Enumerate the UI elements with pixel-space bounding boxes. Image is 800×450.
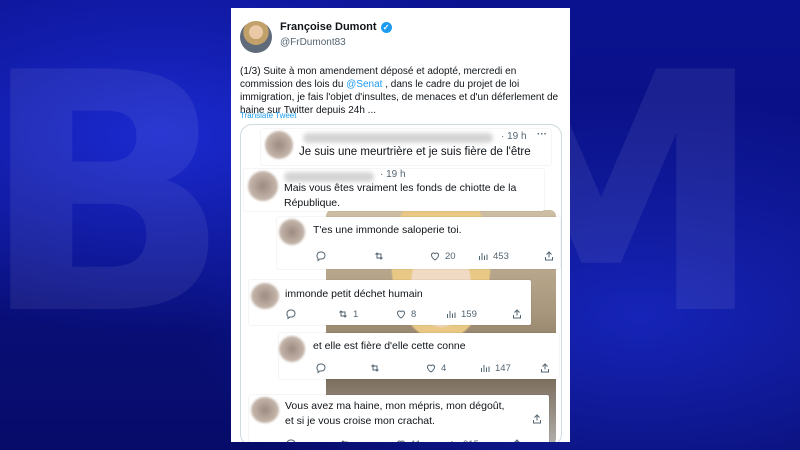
reply-time: · 19 h	[380, 169, 406, 180]
author-avatar[interactable]	[240, 21, 272, 53]
tweet-card: Françoise Dumont ✓ @FrDumont83 (1/3) Sui…	[231, 8, 570, 442]
views-count: 159	[461, 308, 477, 320]
mention-link[interactable]: @Senat	[346, 79, 382, 90]
blurred-avatar	[248, 171, 278, 201]
views-count: 147	[495, 362, 511, 374]
reply-screenshot-2: · 19 h Mais vous êtes vraiment les fonds…	[244, 169, 544, 211]
retweet-button[interactable]	[373, 250, 385, 262]
like-icon	[426, 364, 436, 373]
views-button[interactable]: 315	[447, 438, 479, 442]
like-button[interactable]: 8	[395, 308, 416, 320]
blurred-avatar	[251, 283, 279, 309]
like-icon	[397, 440, 405, 442]
views-icon	[451, 441, 453, 442]
reply-icon	[316, 363, 326, 374]
retweet-button[interactable]: 1	[337, 308, 358, 320]
reply-time: · 19 h	[501, 131, 527, 142]
tweet-media-image[interactable]: · 19 h ··· Je suis une meurtrière et je …	[240, 124, 562, 442]
share-button[interactable]	[539, 362, 551, 374]
reply-button[interactable]	[285, 308, 297, 320]
share-icon	[545, 251, 553, 261]
reply-text: Mais vous êtes vraiment les fonds de chi…	[284, 182, 517, 209]
share-button[interactable]	[531, 413, 543, 425]
retweet-icon	[375, 252, 383, 260]
blurred-avatar	[265, 131, 293, 159]
share-button[interactable]	[511, 308, 523, 320]
views-button[interactable]: 159	[445, 308, 477, 320]
reply-screenshot-5: et elle est fière d'elle cette conne 4 1…	[279, 333, 559, 379]
blurred-username	[303, 133, 493, 143]
reply-icon	[316, 251, 326, 262]
like-count: 11	[411, 439, 421, 443]
reply-icon	[286, 309, 296, 320]
translate-tweet-link[interactable]: Translate Tweet	[240, 111, 296, 120]
blurred-avatar	[279, 336, 305, 362]
reply-text: Vous avez ma haine, mon mépris, mon dégo…	[285, 400, 505, 427]
retweet-icon	[341, 440, 348, 442]
share-icon	[513, 309, 521, 319]
like-count: 8	[411, 308, 417, 320]
reply-screenshot-3: T'es une immonde saloperie toi. 20 453	[277, 217, 560, 269]
views-count: 453	[493, 250, 509, 262]
like-count: 4	[441, 362, 447, 374]
like-button[interactable]: 4	[425, 362, 446, 374]
reply-screenshot-6: Vous avez ma haine, mon mépris, mon dégo…	[249, 395, 549, 442]
more-icon[interactable]: ···	[537, 129, 547, 140]
retweet-icon	[339, 310, 347, 318]
views-count: 315	[463, 439, 479, 443]
share-icon	[533, 414, 541, 424]
blurred-avatar	[251, 397, 279, 423]
like-button[interactable]: 11	[395, 438, 421, 442]
views-icon	[479, 253, 488, 260]
retweet-icon	[371, 364, 379, 372]
views-button[interactable]: 453	[477, 250, 509, 262]
reply-button[interactable]	[285, 438, 297, 442]
reply-text: T'es une immonde saloperie toi.	[313, 224, 462, 236]
reply-screenshot-4: immonde petit déchet humain 1 8 159	[249, 280, 531, 325]
reply-text: Je suis une meurtrière et je suis fière …	[299, 146, 531, 158]
reply-icon	[286, 439, 296, 442]
verified-icon: ✓	[380, 21, 392, 33]
reply-text: immonde petit déchet humain	[285, 288, 423, 300]
share-icon	[541, 363, 549, 373]
retweet-button[interactable]	[369, 362, 381, 374]
tweet-text: (1/3) Suite à mon amendement déposé et a…	[240, 65, 562, 117]
share-button[interactable]	[543, 250, 555, 262]
like-icon	[430, 252, 440, 261]
like-icon	[396, 310, 406, 319]
author-handle[interactable]: @FrDumont83	[280, 37, 346, 48]
reply-button[interactable]	[315, 250, 327, 262]
views-icon	[481, 365, 490, 372]
share-button[interactable]	[511, 438, 523, 442]
blurred-avatar	[279, 219, 305, 245]
tweet-header: Françoise Dumont ✓ @FrDumont83	[240, 19, 560, 59]
author-name[interactable]: Françoise Dumont	[280, 21, 377, 33]
views-button[interactable]: 147	[479, 362, 511, 374]
retweet-count: 1	[353, 308, 359, 320]
views-icon	[447, 311, 456, 318]
share-icon	[514, 439, 520, 442]
like-button[interactable]: 20	[429, 250, 456, 262]
reply-button[interactable]	[315, 362, 327, 374]
author-name-row: Françoise Dumont ✓	[280, 21, 392, 33]
reply-screenshot-1: · 19 h ··· Je suis une meurtrière et je …	[261, 129, 551, 165]
reply-text: et elle est fière d'elle cette conne	[313, 340, 466, 352]
like-count: 20	[445, 250, 456, 262]
retweet-button[interactable]	[339, 438, 351, 442]
